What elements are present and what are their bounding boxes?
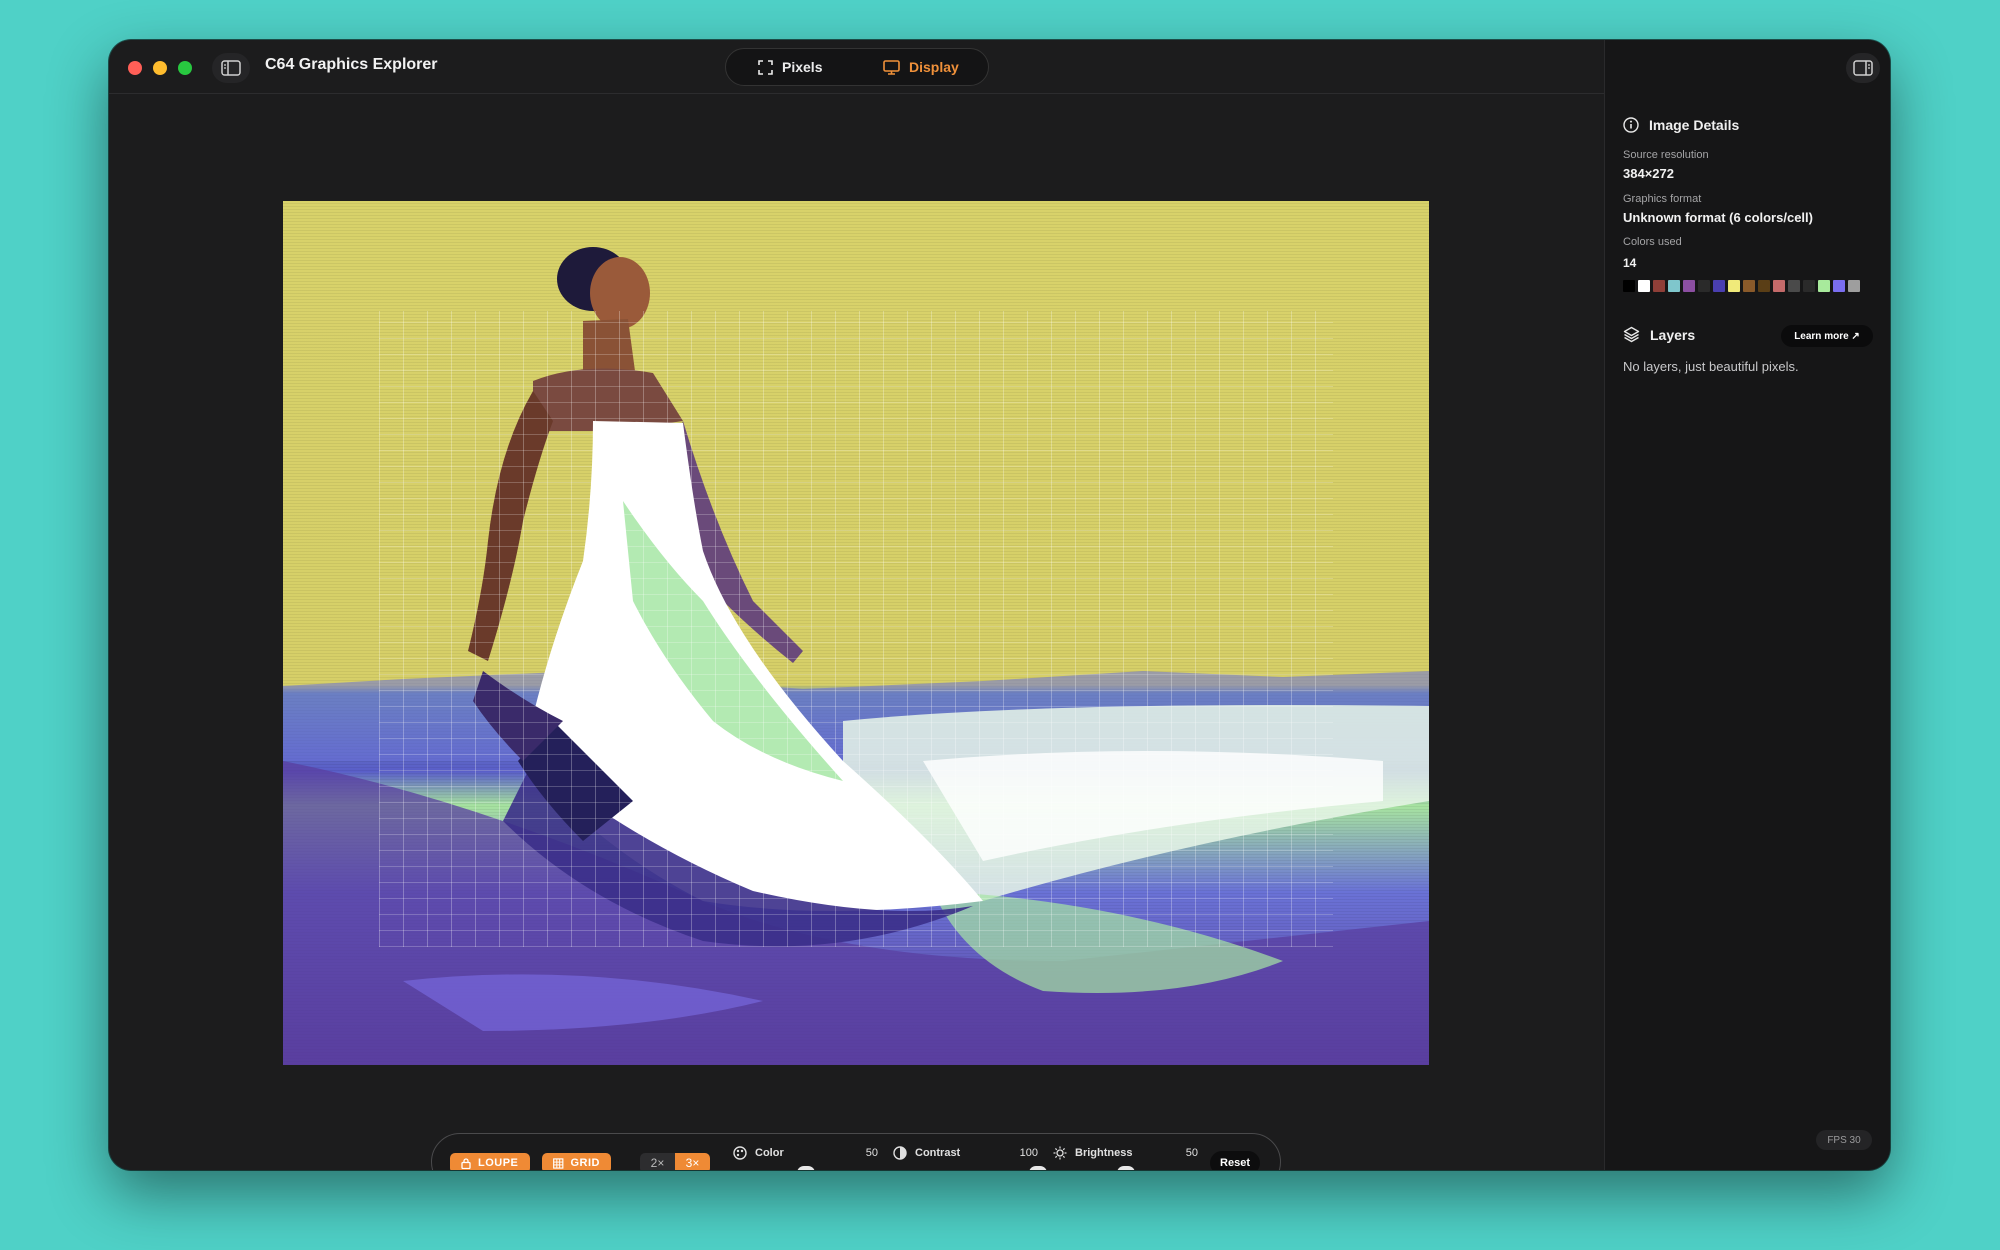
reset-button[interactable]: Reset: [1210, 1151, 1260, 1170]
palette-swatch: [1788, 280, 1800, 292]
tab-display[interactable]: Display: [883, 59, 959, 75]
pixel-grid-overlay: [379, 311, 1333, 947]
c64-image[interactable]: [283, 201, 1429, 1065]
color-value: 50: [865, 1147, 878, 1159]
zoom-window-button[interactable]: [178, 61, 192, 75]
grid-icon: [553, 1157, 564, 1169]
zoom-3x-button[interactable]: 3×: [675, 1153, 710, 1170]
palette-swatch: [1668, 280, 1680, 292]
palette-swatch: [1728, 280, 1740, 292]
inspector-panel: Image Details Source resolution 384×272 …: [1604, 40, 1890, 1170]
sun-icon: [1053, 1146, 1067, 1160]
contrast-value: 100: [1019, 1147, 1038, 1159]
close-window-button[interactable]: [128, 61, 142, 75]
toggle-sidebar-button[interactable]: [212, 53, 250, 83]
image-canvas[interactable]: LOUPE GRID 2× 3× Color 50 Contrast 100 B…: [109, 94, 1604, 1170]
contrast-knob[interactable]: [1029, 1166, 1047, 1170]
contrast-icon: [893, 1146, 907, 1160]
app-title: C64 Graphics Explorer: [265, 56, 438, 73]
expand-icon: [758, 59, 773, 75]
palette-swatch: [1818, 280, 1830, 292]
monitor-icon: [883, 59, 900, 75]
tab-pixels-label: Pixels: [782, 59, 823, 75]
brightness-value: 50: [1185, 1147, 1198, 1159]
loupe-button[interactable]: LOUPE: [450, 1153, 530, 1170]
layers-icon: [1623, 326, 1640, 343]
toggle-inspector-button[interactable]: [1846, 53, 1880, 83]
inspector-icon: [1853, 60, 1873, 76]
sidebar-icon: [221, 60, 241, 76]
palette-swatch: [1713, 280, 1725, 292]
palette-swatch: [1803, 280, 1815, 292]
zoom-selector: 2× 3×: [640, 1153, 710, 1170]
image-details-title: Image Details: [1649, 117, 1740, 133]
palette-swatch: [1833, 280, 1845, 292]
source-resolution-label: Source resolution: [1623, 149, 1709, 161]
color-label: Color: [755, 1147, 784, 1159]
lock-icon: [461, 1157, 471, 1169]
brightness-slider[interactable]: Brightness 50: [1053, 1146, 1198, 1170]
color-slider-label-group: Color: [733, 1146, 784, 1160]
palette-swatch: [1743, 280, 1755, 292]
color-knob[interactable]: [796, 1166, 815, 1170]
fps-badge: FPS 30: [1816, 1130, 1872, 1150]
loupe-label: LOUPE: [478, 1157, 519, 1169]
layers-title: Layers: [1650, 326, 1696, 343]
minimize-window-button[interactable]: [153, 61, 167, 75]
grid-button[interactable]: GRID: [542, 1153, 611, 1170]
view-mode-toggle: Pixels Display: [725, 48, 989, 86]
grid-label: GRID: [570, 1157, 600, 1169]
zoom-2x-button[interactable]: 2×: [640, 1153, 675, 1170]
colors-used-label: Colors used: [1623, 236, 1682, 248]
tab-pixels[interactable]: Pixels: [758, 59, 822, 75]
contrast-slider-label-group: Contrast: [893, 1146, 960, 1160]
palette-swatch: [1683, 280, 1695, 292]
title-bar: C64 Graphics Explorer Pixels Display: [109, 40, 1604, 94]
palette-icon: [733, 1146, 747, 1160]
contrast-slider[interactable]: Contrast 100: [893, 1146, 1047, 1170]
palette-swatch: [1773, 280, 1785, 292]
image-details-heading: Image Details: [1623, 117, 1739, 133]
colors-used-value: 14: [1623, 256, 1637, 270]
layers-heading: Layers: [1623, 326, 1695, 343]
graphics-format-value: Unknown format (6 colors/cell): [1623, 210, 1813, 225]
palette-swatch: [1623, 280, 1635, 292]
tab-display-label: Display: [909, 59, 959, 75]
palette-swatch: [1698, 280, 1710, 292]
display-toolbar: LOUPE GRID 2× 3× Color 50 Contrast 100 B…: [431, 1133, 1281, 1170]
palette-swatch: [1638, 280, 1650, 292]
learn-more-button[interactable]: Learn more ↗: [1781, 325, 1873, 347]
info-icon: [1623, 117, 1639, 133]
app-window: C64 Graphics Explorer Pixels Display LOU…: [109, 40, 1890, 1170]
graphics-format-label: Graphics format: [1623, 193, 1702, 205]
brightness-slider-label-group: Brightness: [1053, 1146, 1132, 1160]
source-resolution-value: 384×272: [1623, 166, 1674, 181]
palette-swatch: [1758, 280, 1770, 292]
palette-swatches: [1623, 280, 1860, 292]
palette-swatch: [1848, 280, 1860, 292]
color-slider[interactable]: Color 50: [733, 1146, 878, 1170]
brightness-knob[interactable]: [1116, 1166, 1135, 1170]
brightness-label: Brightness: [1075, 1147, 1133, 1159]
contrast-label: Contrast: [915, 1147, 961, 1159]
layers-empty-text: No layers, just beautiful pixels.: [1623, 359, 1799, 374]
palette-swatch: [1653, 280, 1665, 292]
